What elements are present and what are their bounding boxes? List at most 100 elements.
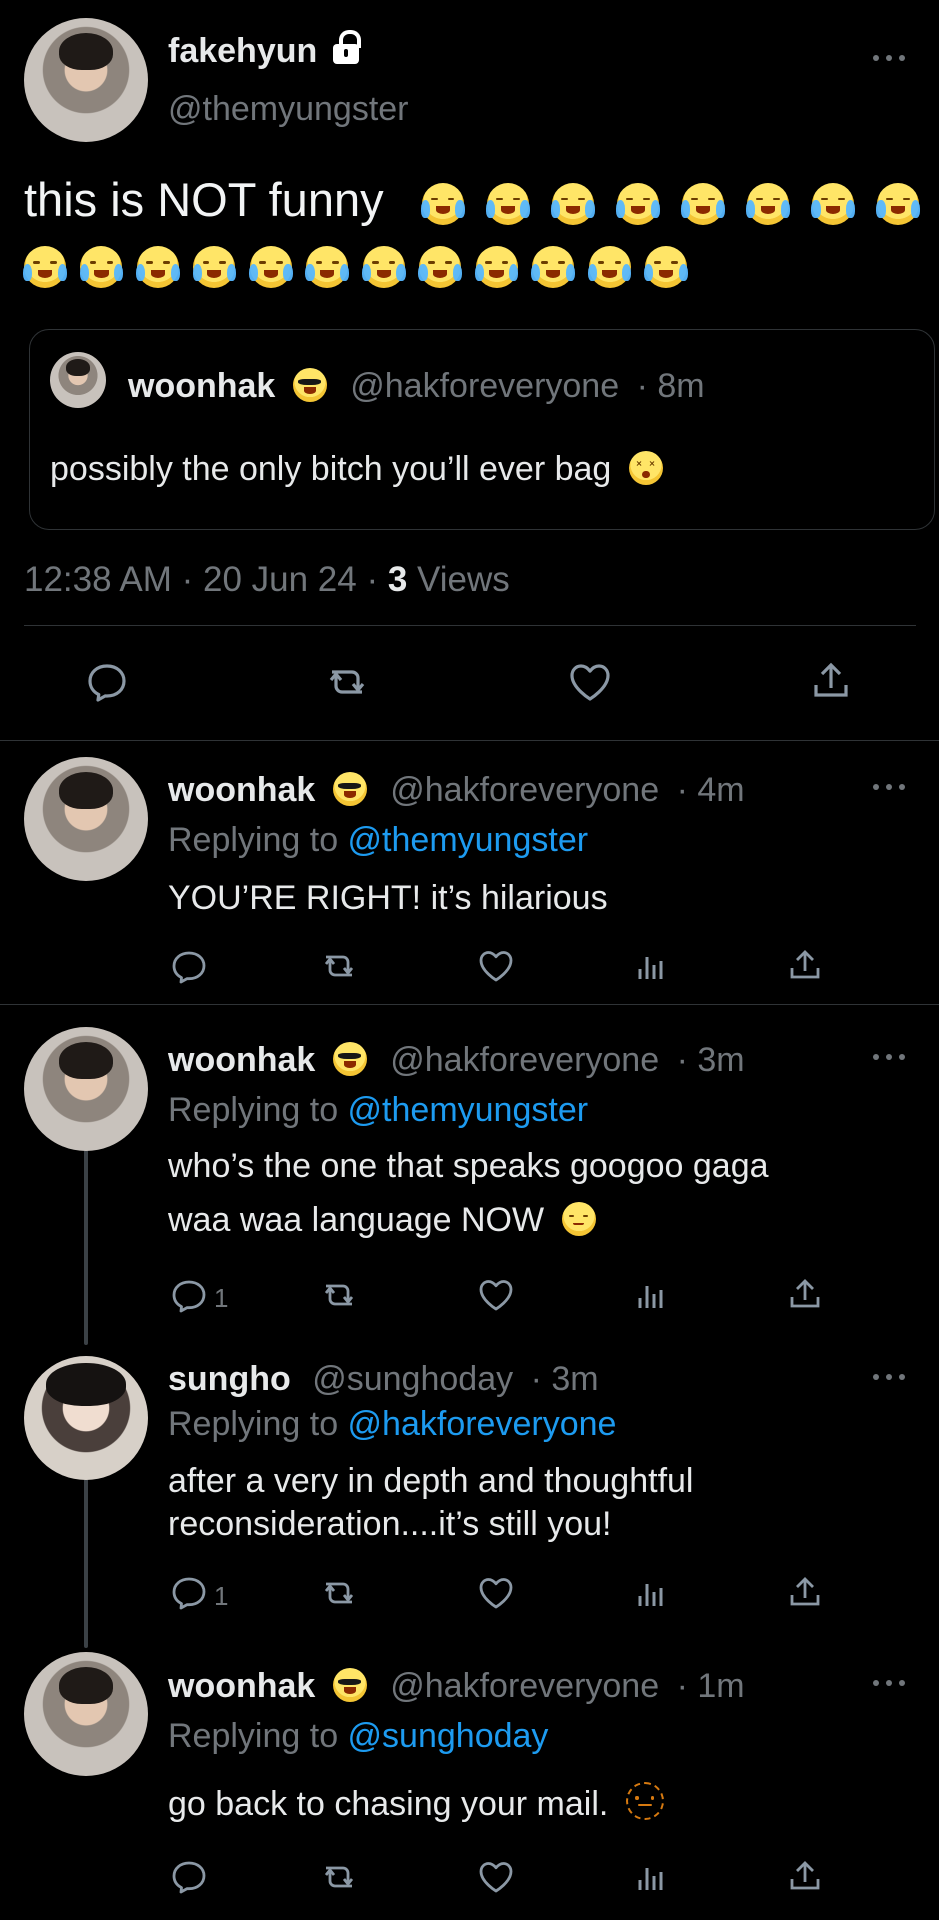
loudly-crying-face-emoji bbox=[485, 182, 530, 225]
reply1-reply-icon[interactable] bbox=[170, 948, 208, 986]
reply1-author-name: woonhak bbox=[168, 771, 316, 809]
reply3-replying-prefix: Replying to bbox=[168, 1405, 348, 1443]
reply2-retweet-icon[interactable] bbox=[318, 1276, 360, 1314]
loudly-crying-face-emoji bbox=[248, 246, 293, 288]
loudly-crying-face-emoji bbox=[876, 182, 920, 225]
thread-line-2 bbox=[84, 1478, 88, 1648]
reply4-replying-to: Replying to @sunghoday bbox=[168, 1719, 548, 1753]
reply4-text-row: go back to chasing your mail. bbox=[168, 1782, 664, 1826]
main-post-meta: 12:38 AM · 20 Jun 24 · 3 Views bbox=[24, 562, 510, 597]
sunglasses-face-emoji bbox=[292, 368, 327, 402]
reply2-author-handle: @hakforeveryone bbox=[390, 1041, 660, 1079]
reply2-reply-count: 1 bbox=[214, 1283, 229, 1313]
loudly-crying-face-emoji bbox=[420, 182, 465, 225]
loudly-crying-face-emoji bbox=[474, 246, 519, 288]
sunglasses-face-emoji bbox=[332, 1042, 367, 1076]
reply2-more-icon[interactable] bbox=[873, 1052, 905, 1062]
reply3-more-icon[interactable] bbox=[873, 1372, 905, 1382]
reply1-like-icon[interactable] bbox=[476, 947, 516, 985]
loudly-crying-face-emoji bbox=[587, 246, 632, 288]
main-author-handle[interactable]: @themyungster bbox=[168, 92, 409, 126]
main-post-views-label: Views bbox=[407, 560, 510, 599]
reply2-text-line2-row: waa waa language NOW bbox=[168, 1199, 596, 1242]
lock-icon bbox=[332, 30, 361, 64]
reply1-author-row[interactable]: woonhak @hakforeveryone · 4m bbox=[168, 772, 745, 807]
reply3-analytics-icon[interactable] bbox=[636, 1578, 666, 1612]
dizzy-face-emoji bbox=[628, 451, 663, 485]
thread-line-1 bbox=[84, 1147, 88, 1345]
reply3-avatar[interactable] bbox=[24, 1356, 148, 1480]
loudly-crying-face-emoji bbox=[418, 246, 462, 288]
main-post-text: this is NOT funny bbox=[24, 173, 384, 226]
reply3-author-name: sungho bbox=[168, 1360, 291, 1398]
reply2-replying-to-link[interactable]: @themyungster bbox=[348, 1091, 589, 1129]
reply2-avatar[interactable] bbox=[24, 1027, 148, 1151]
reply2-analytics-icon[interactable] bbox=[636, 1280, 666, 1314]
reply3-author-row[interactable]: sungho @sunghoday · 3m bbox=[168, 1362, 599, 1396]
reply2-share-icon[interactable] bbox=[786, 1274, 824, 1314]
reply4-text: go back to chasing your mail. bbox=[168, 1785, 609, 1823]
loudly-crying-face-emoji bbox=[616, 182, 660, 225]
reply1-replying-to-link[interactable]: @themyungster bbox=[348, 821, 589, 859]
quoted-post-text: possibly the only bitch you’ll ever bag bbox=[50, 450, 612, 488]
reply1-replying-to: Replying to @themyungster bbox=[168, 823, 588, 857]
loudly-crying-face-emoji bbox=[305, 246, 350, 288]
like-icon[interactable] bbox=[566, 660, 614, 704]
reply4-avatar[interactable] bbox=[24, 1652, 148, 1776]
reply1-share-icon[interactable] bbox=[786, 945, 824, 985]
quoted-post-text-row: possibly the only bitch you’ll ever bag bbox=[50, 448, 663, 491]
quoted-post-card[interactable]: woonhak @hakforeveryone · 8m possibly th… bbox=[29, 329, 935, 530]
reply4-author-handle: @hakforeveryone bbox=[390, 1667, 660, 1705]
reply2-like-icon[interactable] bbox=[476, 1276, 516, 1314]
share-icon[interactable] bbox=[809, 657, 853, 705]
sunglasses-face-emoji bbox=[332, 1668, 367, 1702]
reply3-time-ago: · 3m bbox=[530, 1360, 599, 1398]
reply3-retweet-icon[interactable] bbox=[318, 1574, 360, 1612]
reply2-time-ago: · 3m bbox=[676, 1041, 745, 1079]
reply2-replying-prefix: Replying to bbox=[168, 1091, 348, 1129]
reply3-replying-to-link[interactable]: @hakforeveryone bbox=[348, 1405, 617, 1443]
reply2-author-name: woonhak bbox=[168, 1041, 316, 1079]
reply3-author-handle: @sunghoday bbox=[312, 1360, 514, 1398]
loudly-crying-face-emoji bbox=[811, 182, 855, 225]
reply1-retweet-icon[interactable] bbox=[318, 947, 360, 985]
quoted-author-handle: @hakforeveryone bbox=[350, 367, 620, 405]
reply4-share-icon[interactable] bbox=[786, 1856, 824, 1896]
reply1-avatar[interactable] bbox=[24, 757, 148, 881]
quoted-author-row[interactable]: woonhak @hakforeveryone · 8m bbox=[128, 368, 705, 403]
reply3-replying-to: Replying to @hakforeveryone bbox=[168, 1407, 616, 1441]
reply2-author-row[interactable]: woonhak @hakforeveryone · 3m bbox=[168, 1042, 745, 1077]
reply4-reply-icon[interactable] bbox=[170, 1858, 208, 1896]
reply2-replying-to: Replying to @themyungster bbox=[168, 1093, 588, 1127]
reply1-more-icon[interactable] bbox=[873, 782, 905, 792]
main-author-avatar[interactable] bbox=[24, 18, 148, 142]
retweet-icon[interactable] bbox=[322, 660, 372, 704]
main-author-name-row[interactable]: fakehyun bbox=[168, 30, 361, 68]
main-more-icon[interactable] bbox=[873, 53, 905, 63]
dotted-line-face-emoji bbox=[625, 1782, 664, 1820]
reply3-like-icon[interactable] bbox=[476, 1574, 516, 1612]
reply4-author-row[interactable]: woonhak @hakforeveryone · 1m bbox=[168, 1668, 745, 1703]
reply4-like-icon[interactable] bbox=[476, 1858, 516, 1896]
reply4-replying-to-link[interactable]: @sunghoday bbox=[348, 1717, 549, 1755]
reply1-analytics-icon[interactable] bbox=[636, 951, 666, 985]
quoted-author-name: woonhak bbox=[128, 367, 276, 405]
reply4-analytics-icon[interactable] bbox=[636, 1862, 666, 1896]
loudly-crying-face-emoji bbox=[79, 246, 124, 288]
loudly-crying-face-emoji bbox=[551, 182, 595, 225]
quoted-author-avatar[interactable] bbox=[50, 352, 106, 408]
reply3-share-icon[interactable] bbox=[786, 1572, 824, 1612]
reply2-reply-icon[interactable] bbox=[170, 1277, 208, 1315]
main-post-text-line1: this is NOT funny bbox=[24, 176, 939, 225]
loudly-crying-face-emoji bbox=[23, 246, 67, 288]
reply3-reply-icon[interactable] bbox=[170, 1574, 208, 1612]
loudly-crying-face-emoji bbox=[746, 182, 790, 225]
reply4-retweet-icon[interactable] bbox=[318, 1858, 360, 1896]
reply1-text: YOU’RE RIGHT! it’s hilarious bbox=[168, 879, 608, 917]
reply-icon[interactable] bbox=[85, 660, 129, 704]
loudly-crying-face-emoji bbox=[531, 246, 575, 288]
loudly-crying-face-emoji bbox=[361, 246, 406, 288]
main-post-timestamp: 12:38 AM · 20 Jun 24 · bbox=[24, 560, 388, 599]
reply3-reply-count: 1 bbox=[214, 1581, 229, 1611]
reply4-more-icon[interactable] bbox=[873, 1678, 905, 1688]
